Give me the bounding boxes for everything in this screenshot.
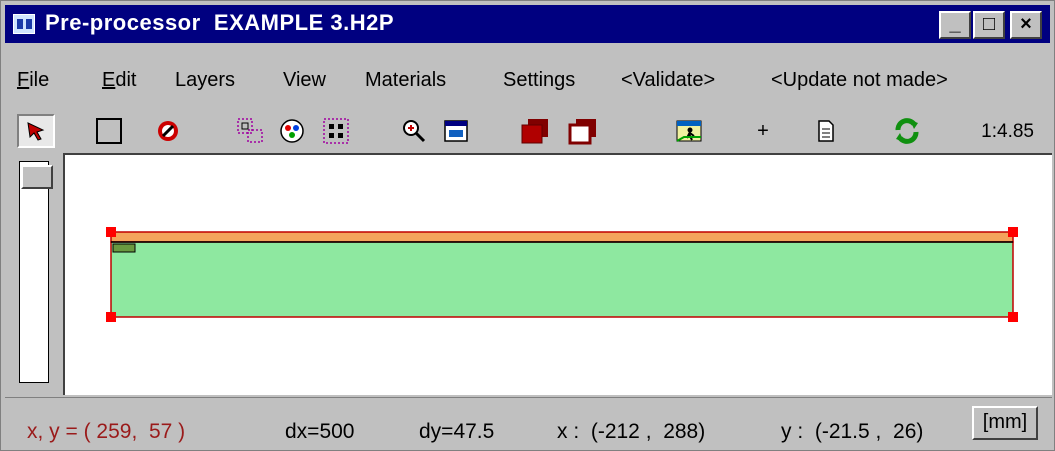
unit-button[interactable]: [mm] <box>972 406 1038 440</box>
layer-main[interactable] <box>110 241 1014 318</box>
app-icon[interactable] <box>13 14 35 34</box>
refresh-icon[interactable] <box>889 114 925 148</box>
status-bar: x, y = ( 259, 57 ) dx=500 dy=47.5 x : (-… <box>5 397 1052 448</box>
outline-square-icon[interactable] <box>565 114 601 148</box>
scale-readout: 1:4.85 <box>981 121 1034 142</box>
menu-file-mnemonic: F <box>17 69 30 91</box>
layer-top[interactable] <box>110 231 1014 243</box>
menu-materials[interactable]: Materials <box>365 69 446 92</box>
rectangle-icon-shape <box>96 118 122 144</box>
resize-handle-top-left[interactable] <box>106 227 116 237</box>
menu-layers[interactable]: Layers <box>175 69 235 92</box>
y-range-readout: y : (-21.5 , 26) <box>781 420 924 443</box>
cursor-coordinates: x, y = ( 259, 57 ) <box>27 420 186 443</box>
drawing-canvas[interactable] <box>63 153 1052 395</box>
toolbar: + 1:4.85 <box>5 111 1050 151</box>
resize-handle-bottom-left[interactable] <box>106 312 116 322</box>
menu-view[interactable]: View <box>283 69 326 92</box>
maximize-button[interactable]: □ <box>973 11 1005 39</box>
x-range-readout: x : (-212 , 288) <box>557 420 706 443</box>
menu-edit-rest: dit <box>115 69 137 91</box>
menu-edit-mnemonic: E <box>102 69 116 91</box>
document-icon[interactable] <box>811 114 841 148</box>
no-entry-icon[interactable] <box>151 114 185 148</box>
zoom-fit-icon[interactable] <box>439 114 473 148</box>
title-bar[interactable]: Pre-processor EXAMPLE 3.H2P _ □ × <box>5 5 1050 43</box>
menu-validate[interactable]: <Validate> <box>621 69 715 92</box>
menu-settings[interactable]: Settings <box>503 69 575 92</box>
select-arrow-icon[interactable] <box>17 114 55 148</box>
zoom-in-icon[interactable] <box>397 114 431 148</box>
menu-bar: File Edit Layers View Materials Settings… <box>5 65 1050 99</box>
window-title: Pre-processor EXAMPLE 3.H2P <box>45 10 395 35</box>
menu-update-not-made[interactable]: <Update not made> <box>771 69 948 92</box>
move-frame-icon[interactable] <box>233 114 267 148</box>
menu-edit[interactable]: Edit <box>102 69 136 92</box>
solid-square-icon[interactable] <box>517 114 553 148</box>
zoom-slider-track[interactable] <box>19 161 49 383</box>
app-window: Pre-processor EXAMPLE 3.H2P _ □ × File E… <box>0 0 1055 451</box>
resize-handle-bottom-right[interactable] <box>1008 312 1018 322</box>
rectangle-icon[interactable] <box>91 114 127 148</box>
geometry-view <box>110 231 1014 318</box>
small-element-marker[interactable] <box>112 243 136 253</box>
points-grid-icon[interactable] <box>319 114 353 148</box>
plus-icon[interactable]: + <box>751 114 775 148</box>
palette-icon[interactable] <box>275 114 309 148</box>
minimize-button[interactable]: _ <box>939 11 971 39</box>
run-icon[interactable] <box>671 114 707 148</box>
zoom-slider-thumb[interactable] <box>21 165 53 189</box>
resize-handle-top-right[interactable] <box>1008 227 1018 237</box>
menu-file-rest: ile <box>29 69 50 91</box>
menu-file[interactable]: File <box>17 69 49 92</box>
close-button[interactable]: × <box>1010 11 1042 39</box>
dy-readout: dy=47.5 <box>419 420 495 443</box>
dx-readout: dx=500 <box>285 420 355 443</box>
